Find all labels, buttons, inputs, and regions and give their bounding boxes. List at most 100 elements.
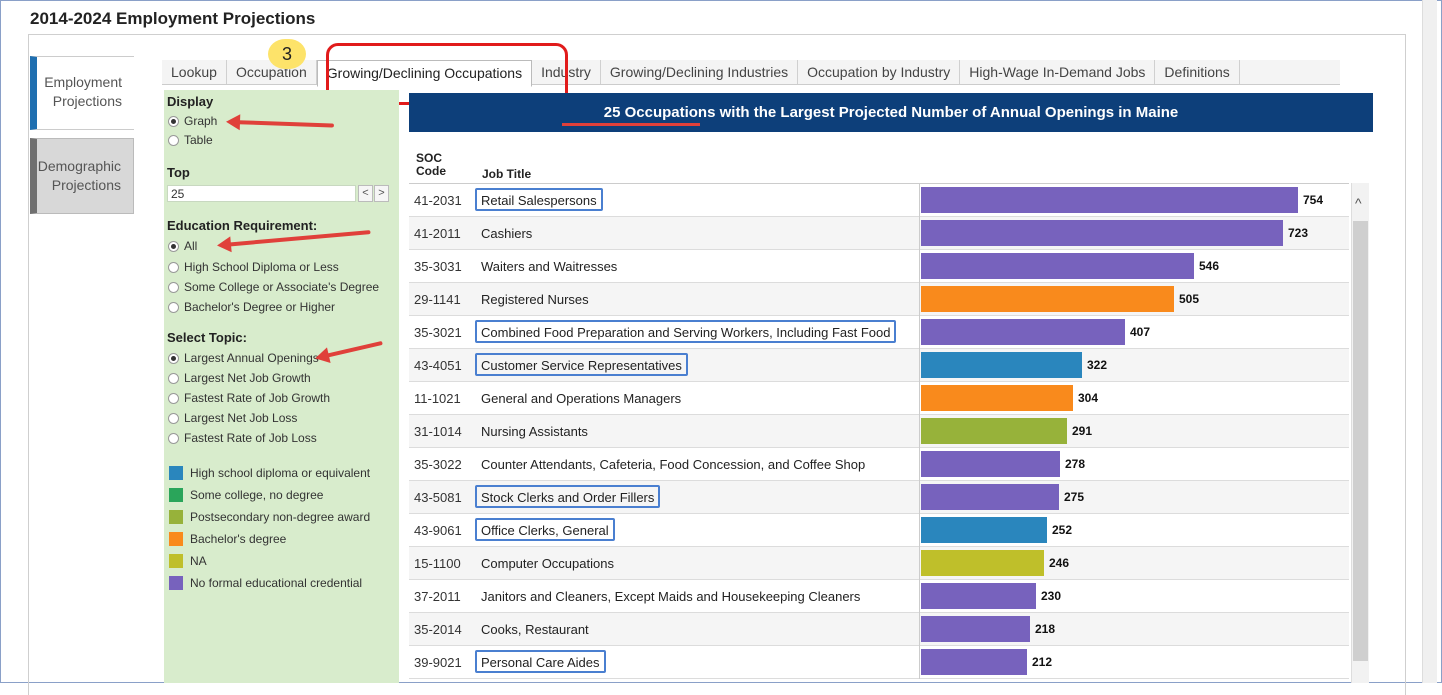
bar-cell: 505 [919,283,1349,316]
bar-cell: 407 [919,316,1349,349]
radio-label: Table [184,133,213,147]
bar-value-label: 275 [1064,490,1085,504]
radio-education-some-college[interactable]: Some College or Associate's Degree [168,280,379,294]
radio-label: Fastest Rate of Job Growth [184,391,331,405]
tab-definitions[interactable]: Definitions [1155,60,1240,84]
table-row[interactable]: 37-2011 Janitors and Cleaners, Except Mai… [409,580,1349,613]
bar[interactable] [921,616,1030,642]
soc-code: 15-1100 [414,556,461,571]
highlight-box [475,353,688,376]
bar-cell: 218 [919,613,1349,646]
radio-topic-largest-net-job-loss[interactable]: Largest Net Job Loss [168,411,297,425]
radio-label: Bachelor's Degree or Higher [184,300,336,314]
soc-code: 43-9061 [414,523,462,538]
highlight-box [475,518,615,541]
soc-code: 29-1141 [414,292,461,307]
legend-label: No formal educational credential [190,576,363,590]
tab-occupation-by-industry[interactable]: Occupation by Industry [798,60,961,84]
column-header-soc: SOC Code [416,152,446,178]
radio-topic-largest-net-job-growth[interactable]: Largest Net Job Growth [168,371,311,385]
bar[interactable] [921,649,1027,675]
soc-code: 11-1021 [414,391,461,406]
radio-education-all[interactable]: All [168,239,197,253]
job-title: Waiters and Waitresses [481,259,618,274]
radio-label: High School Diploma or Less [184,260,339,274]
radio-dot [168,240,179,252]
table-row[interactable]: 39-9021 Personal Care Aides 212 [409,646,1349,679]
bar-cell: 304 [919,382,1349,415]
table-row[interactable]: 41-2031 Retail Salespersons 754 [409,184,1349,217]
tab-high-wage-in-demand-jobs[interactable]: High-Wage In-Demand Jobs [960,60,1156,84]
radio-label: Graph [184,114,218,128]
bar[interactable] [921,352,1082,378]
bar[interactable] [921,418,1067,444]
radio-dot [168,372,179,384]
radio-education-bachelors[interactable]: Bachelor's Degree or Higher [168,300,335,314]
tab-lookup[interactable]: Lookup [162,60,227,84]
highlight-box [475,320,896,343]
top-count-input[interactable]: 25 [167,185,356,202]
table-row[interactable]: 35-3022 Counter Attendants, Cafeteria, Fo… [409,448,1349,481]
top-prev-button[interactable]: < [358,185,373,202]
soc-code: 35-3022 [414,457,462,472]
table-row[interactable]: 35-3021 Combined Food Preparation and Ser… [409,316,1349,349]
vertical-scrollbar[interactable]: ^ [1351,183,1369,683]
side-tab-demographic-projections[interactable]: Demographic Projections [30,138,134,214]
radio-display-table[interactable]: Table [168,133,213,147]
side-tab-employment-projections[interactable]: Employment Projections [30,56,134,130]
radio-topic-largest-annual-openings[interactable]: Largest Annual Openings [168,351,319,365]
bar[interactable] [921,253,1194,279]
job-title: Registered Nurses [481,292,589,307]
legend-item: Postsecondary non-degree award [169,510,370,524]
bar[interactable] [921,187,1298,213]
bar[interactable] [921,517,1047,543]
bar[interactable] [921,319,1125,345]
legend-label: NA [190,554,207,568]
scroll-up-icon[interactable]: ^ [1355,195,1362,211]
radio-dot [168,134,179,146]
table-row[interactable]: 43-4051 Customer Service Representatives 3… [409,349,1349,382]
radio-education-high-school[interactable]: High School Diploma or Less [168,260,339,274]
bar[interactable] [921,286,1174,312]
bar[interactable] [921,385,1073,411]
scrollbar-thumb[interactable] [1353,221,1368,661]
bar-cell: 291 [919,415,1349,448]
table-row[interactable]: 41-2011 Cashiers 723 [409,217,1349,250]
bar-value-label: 754 [1303,193,1324,207]
tab-growing-declining-industries[interactable]: Growing/Declining Industries [601,60,799,84]
legend-swatch [169,576,183,590]
bar-value-label: 546 [1199,259,1220,273]
table-row[interactable]: 35-3031 Waiters and Waitresses 546 [409,250,1349,283]
table-row[interactable]: 11-1021 General and Operations Managers 30… [409,382,1349,415]
radio-dot [168,281,179,293]
top-next-button[interactable]: > [374,185,389,202]
soc-code: 35-2014 [414,622,462,637]
table-row[interactable]: 29-1141 Registered Nurses 505 [409,283,1349,316]
radio-display-graph[interactable]: Graph [168,114,217,128]
table-row[interactable]: 15-1100 Computer Occupations 246 [409,547,1349,580]
legend-item: High school diploma or equivalent [169,466,370,480]
soc-header-line2: Code [416,164,446,178]
bar[interactable] [921,550,1044,576]
radio-topic-fastest-rate-loss[interactable]: Fastest Rate of Job Loss [168,431,317,445]
radio-topic-fastest-rate-growth[interactable]: Fastest Rate of Job Growth [168,391,330,405]
bar[interactable] [921,583,1036,609]
soc-code: 35-3021 [414,325,462,340]
radio-dot [168,432,179,444]
radio-dot [168,301,179,313]
table-row[interactable]: 31-1014 Nursing Assistants 291 [409,415,1349,448]
bar-value-label: 246 [1049,556,1070,570]
table-row[interactable]: 43-5081 Stock Clerks and Order Fillers 275 [409,481,1349,514]
table-row[interactable]: 35-2014 Cooks, Restaurant 218 [409,613,1349,646]
soc-code: 43-4051 [414,358,462,373]
soc-code: 39-9021 [414,655,462,670]
legend-label: Bachelor's degree [190,532,287,546]
highlight-box [475,188,603,211]
bar[interactable] [921,451,1060,477]
bar[interactable] [921,220,1283,246]
table-row[interactable]: 43-9061 Office Clerks, General 252 [409,514,1349,547]
bar[interactable] [921,484,1059,510]
column-header-job-title: Job Title [482,167,532,181]
radio-label: Some College or Associate's Degree [184,280,380,294]
radio-label: Largest Net Job Loss [184,411,298,425]
